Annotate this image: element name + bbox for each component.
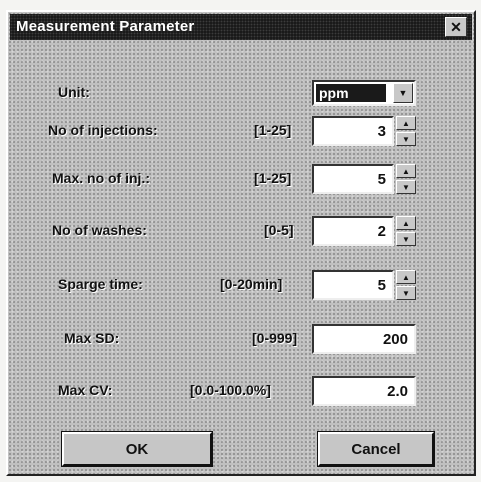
max-sd-label: Max SD: (64, 330, 120, 346)
spin-up-icon[interactable]: ▲ (396, 270, 416, 284)
injections-range: [1-25] (254, 122, 292, 138)
max-cv-label: Max CV: (58, 382, 113, 398)
injections-input[interactable]: 3 (312, 116, 394, 146)
spin-up-icon[interactable]: ▲ (396, 164, 416, 178)
max-cv-input[interactable]: 2.0 (312, 376, 416, 406)
washes-label: No of washes: (52, 222, 147, 238)
sparge-time-range: [0-20min] (220, 276, 283, 292)
sparge-time-stepper[interactable]: ▲ ▼ (396, 270, 416, 300)
washes-stepper[interactable]: ▲ ▼ (396, 216, 416, 246)
chevron-down-icon[interactable]: ▼ (393, 83, 413, 103)
measurement-parameter-dialog: Measurement Parameter ✕ Unit: ppm ▼ No o… (6, 10, 476, 476)
max-injections-input[interactable]: 5 (312, 164, 394, 194)
close-button[interactable]: ✕ (445, 17, 467, 37)
max-injections-stepper[interactable]: ▲ ▼ (396, 164, 416, 194)
ok-button[interactable]: OK (61, 431, 213, 467)
spin-down-icon[interactable]: ▼ (396, 232, 416, 246)
dialog-title: Measurement Parameter (16, 18, 195, 35)
unit-select-value: ppm (316, 84, 386, 102)
spin-up-icon[interactable]: ▲ (396, 216, 416, 230)
spin-down-icon[interactable]: ▼ (396, 286, 416, 300)
close-icon: ✕ (450, 19, 462, 35)
spin-down-icon[interactable]: ▼ (396, 180, 416, 194)
max-injections-label: Max. no of inj.: (52, 170, 150, 186)
sparge-time-label: Sparge time: (58, 276, 143, 292)
unit-label: Unit: (58, 84, 90, 100)
title-bar[interactable]: Measurement Parameter ✕ (10, 14, 472, 40)
max-sd-input[interactable]: 200 (312, 324, 416, 354)
injections-stepper[interactable]: ▲ ▼ (396, 116, 416, 146)
washes-input[interactable]: 2 (312, 216, 394, 246)
injections-label: No of injections: (48, 122, 158, 138)
sparge-time-input[interactable]: 5 (312, 270, 394, 300)
max-cv-range: [0.0-100.0%] (190, 382, 271, 398)
spin-up-icon[interactable]: ▲ (396, 116, 416, 130)
unit-select[interactable]: ppm ▼ (312, 80, 416, 106)
max-injections-range: [1-25] (254, 170, 292, 186)
max-sd-range: [0-999] (252, 330, 298, 346)
washes-range: [0-5] (264, 222, 294, 238)
spin-down-icon[interactable]: ▼ (396, 132, 416, 146)
cancel-button[interactable]: Cancel (317, 431, 435, 467)
